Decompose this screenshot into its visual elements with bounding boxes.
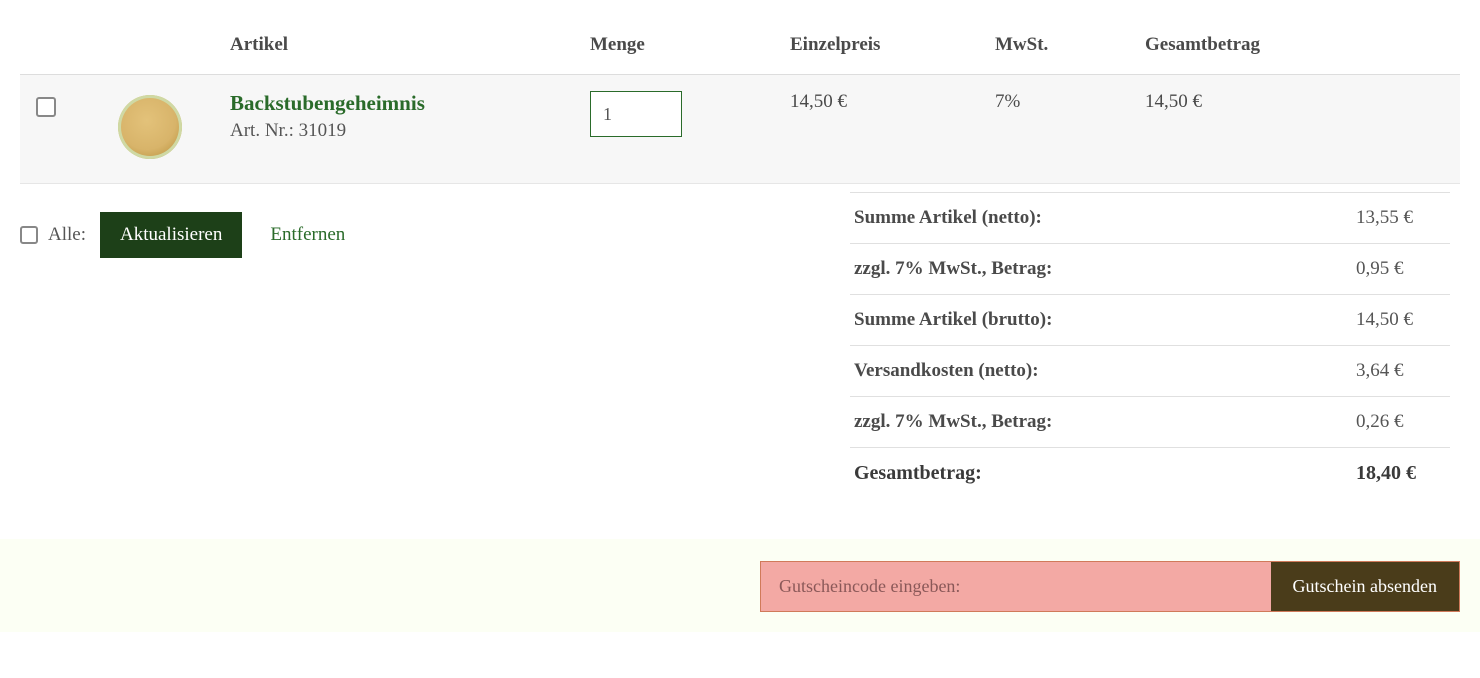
bulk-actions: Alle: Aktualisieren Entfernen — [20, 184, 363, 258]
col-header-unit: Einzelpreis — [780, 20, 985, 75]
totals-label: zzgl. 7% MwSt., Betrag: — [854, 258, 1052, 280]
totals-value: 0,95 € — [1356, 258, 1446, 280]
vat-value: 7% — [985, 75, 1135, 184]
cart-table: Artikel Menge Einzelpreis MwSt. Gesamtbe… — [20, 20, 1460, 184]
col-header-article: Artikel — [220, 20, 580, 75]
totals-value: 0,26 € — [1356, 411, 1446, 433]
product-sku: Art. Nr.: 31019 — [230, 120, 570, 142]
totals-box: Summe Artikel (netto): 13,55 € zzgl. 7% Mw… — [840, 184, 1460, 499]
col-header-total: Gesamtbetrag — [1135, 20, 1460, 75]
quantity-input[interactable] — [590, 91, 682, 137]
totals-row-grand: Gesamtbetrag: 18,40 € — [850, 447, 1450, 499]
totals-value: 13,55 € — [1356, 207, 1446, 229]
totals-row: zzgl. 7% MwSt., Betrag: 0,26 € — [850, 396, 1450, 447]
table-header-row: Artikel Menge Einzelpreis MwSt. Gesamtbe… — [20, 20, 1460, 75]
cart-item-row: Backstubengeheimnis Art. Nr.: 31019 14,5… — [20, 75, 1460, 184]
coupon-submit-button[interactable]: Gutschein absenden — [1271, 562, 1459, 611]
totals-value: 14,50 € — [1356, 309, 1446, 331]
totals-row: zzgl. 7% MwSt., Betrag: 0,95 € — [850, 243, 1450, 294]
grand-total-label: Gesamtbetrag: — [854, 462, 982, 485]
unit-price: 14,50 € — [780, 75, 985, 184]
totals-label: zzgl. 7% MwSt., Betrag: — [854, 411, 1052, 433]
remove-button[interactable]: Entfernen — [252, 212, 363, 258]
product-name-link[interactable]: Backstubengeheimnis — [230, 91, 425, 115]
totals-row: Summe Artikel (brutto): 14,50 € — [850, 294, 1450, 345]
totals-label: Summe Artikel (netto): — [854, 207, 1042, 229]
update-button[interactable]: Aktualisieren — [100, 212, 242, 258]
line-total: 14,50 € — [1135, 75, 1460, 184]
select-all-label: Alle: — [48, 224, 90, 246]
totals-row: Summe Artikel (netto): 13,55 € — [850, 192, 1450, 243]
totals-label: Summe Artikel (brutto): — [854, 309, 1052, 331]
select-all-checkbox[interactable] — [20, 226, 38, 244]
totals-label: Versandkosten (netto): — [854, 360, 1039, 382]
col-header-qty: Menge — [580, 20, 780, 75]
totals-value: 3,64 € — [1356, 360, 1446, 382]
coupon-input[interactable] — [761, 562, 1271, 611]
item-checkbox[interactable] — [36, 97, 56, 117]
grand-total-value: 18,40 € — [1356, 462, 1446, 485]
col-header-vat: MwSt. — [985, 20, 1135, 75]
totals-row: Versandkosten (netto): 3,64 € — [850, 345, 1450, 396]
coupon-section: Gutschein absenden — [0, 539, 1480, 632]
product-image[interactable] — [118, 95, 182, 159]
